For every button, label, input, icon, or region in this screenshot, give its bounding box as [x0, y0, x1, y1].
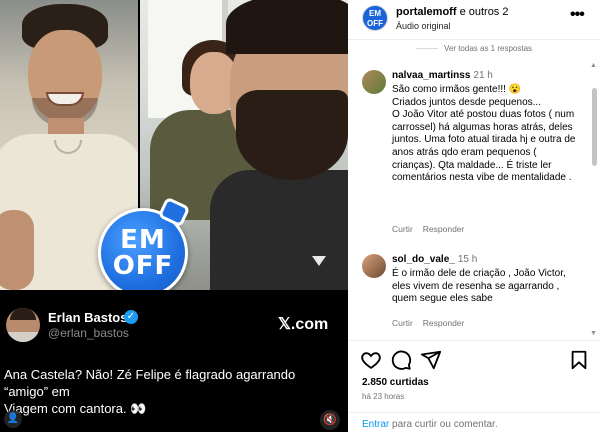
tweet-text: Ana Castela? Não! Zé Felipe é flagrado a… [4, 366, 334, 417]
post-media[interactable]: EM OFF Erlan Bastos ✓ @erlan_bastos 𝕏.co… [0, 0, 348, 432]
scrollbar-thumb[interactable] [592, 88, 597, 166]
post-actions [348, 340, 600, 378]
comment-like-button[interactable]: Curtir [392, 318, 413, 328]
tweet-author-name: Erlan Bastos [48, 310, 128, 325]
comment-text: É o irmão dele de criação , João Victor,… [392, 268, 566, 305]
tweet-line: Viagem com cantora. 👀 [4, 401, 147, 416]
comment-avatar[interactable] [362, 254, 386, 278]
owner-line: portalemoff e outros 2 [396, 6, 508, 18]
tweet-card: Erlan Bastos ✓ @erlan_bastos 𝕏.com Ana C… [0, 290, 348, 432]
verified-icon: ✓ [124, 310, 138, 324]
post-header: EM OFF portalemoff e outros 2 Áudio orig… [348, 0, 600, 40]
view-replies-label[interactable]: Ver todas as 1 respostas [444, 44, 532, 53]
comment-like-button[interactable]: Curtir [392, 224, 413, 234]
comment-username[interactable]: nalvaa_martinss [392, 70, 470, 81]
login-prompt: Entrar para curtir ou comentar. [348, 412, 600, 432]
more-icon[interactable]: ••• [570, 6, 585, 24]
comment-reply-button[interactable]: Responder [423, 224, 465, 234]
login-prompt-text: para curtir ou comentar. [389, 419, 498, 430]
collaborators-link[interactable]: e outros 2 [460, 6, 509, 18]
bookmark-icon[interactable] [568, 349, 590, 371]
comment-header: nalvaa_martinss 21 h [392, 70, 493, 81]
comment-reply-button[interactable]: Responder [423, 318, 465, 328]
tweet-line: Ana Castela? Não! Zé Felipe é flagrado a… [4, 367, 296, 382]
badge-line-2: OFF [112, 251, 174, 281]
audio-link[interactable]: Áudio original [396, 21, 451, 31]
badge-line-1: EM [120, 225, 166, 255]
mute-icon[interactable]: 🔇 [320, 410, 340, 430]
comment-icon[interactable] [390, 349, 412, 371]
replies-divider [415, 48, 438, 50]
share-icon[interactable] [420, 349, 442, 371]
post-side-panel: EM OFF portalemoff e outros 2 Áudio orig… [348, 0, 600, 432]
comment-time: 21 h [473, 70, 493, 81]
comment-actions: Curtir Responder [392, 318, 474, 328]
view-replies[interactable]: Ver todas as 1 respostas [348, 44, 600, 58]
likes-count[interactable]: 2.850 curtidas [362, 377, 429, 388]
login-link[interactable]: Entrar [362, 419, 389, 430]
tweet-author-handle: @erlan_bastos [48, 326, 129, 340]
comment-avatar[interactable] [362, 70, 386, 94]
em-off-logo: EM OFF [98, 196, 191, 298]
comment-text: São como irmãos gente!!! 😮 Criados junto… [392, 84, 576, 184]
tweet-avatar [6, 308, 40, 342]
owner-avatar[interactable]: EM OFF [362, 5, 388, 31]
comment-header: sol_do_vale_ 15 h [392, 254, 477, 265]
heart-icon[interactable] [360, 349, 382, 371]
tweet-line: “amigo” em [4, 384, 70, 399]
comment-actions: Curtir Responder [392, 224, 474, 234]
comment-username[interactable]: sol_do_vale_ [392, 254, 455, 265]
owner-username[interactable]: portalemoff [396, 6, 457, 18]
tagged-users-icon[interactable]: 👤 [4, 410, 22, 428]
x-logo: 𝕏.com [278, 316, 329, 333]
scroll-up-arrow[interactable]: ▲ [590, 62, 597, 69]
post-date[interactable]: há 23 horas [362, 392, 404, 401]
scroll-down-arrow[interactable]: ▼ [590, 330, 597, 337]
comment-time: 15 h [457, 254, 478, 265]
